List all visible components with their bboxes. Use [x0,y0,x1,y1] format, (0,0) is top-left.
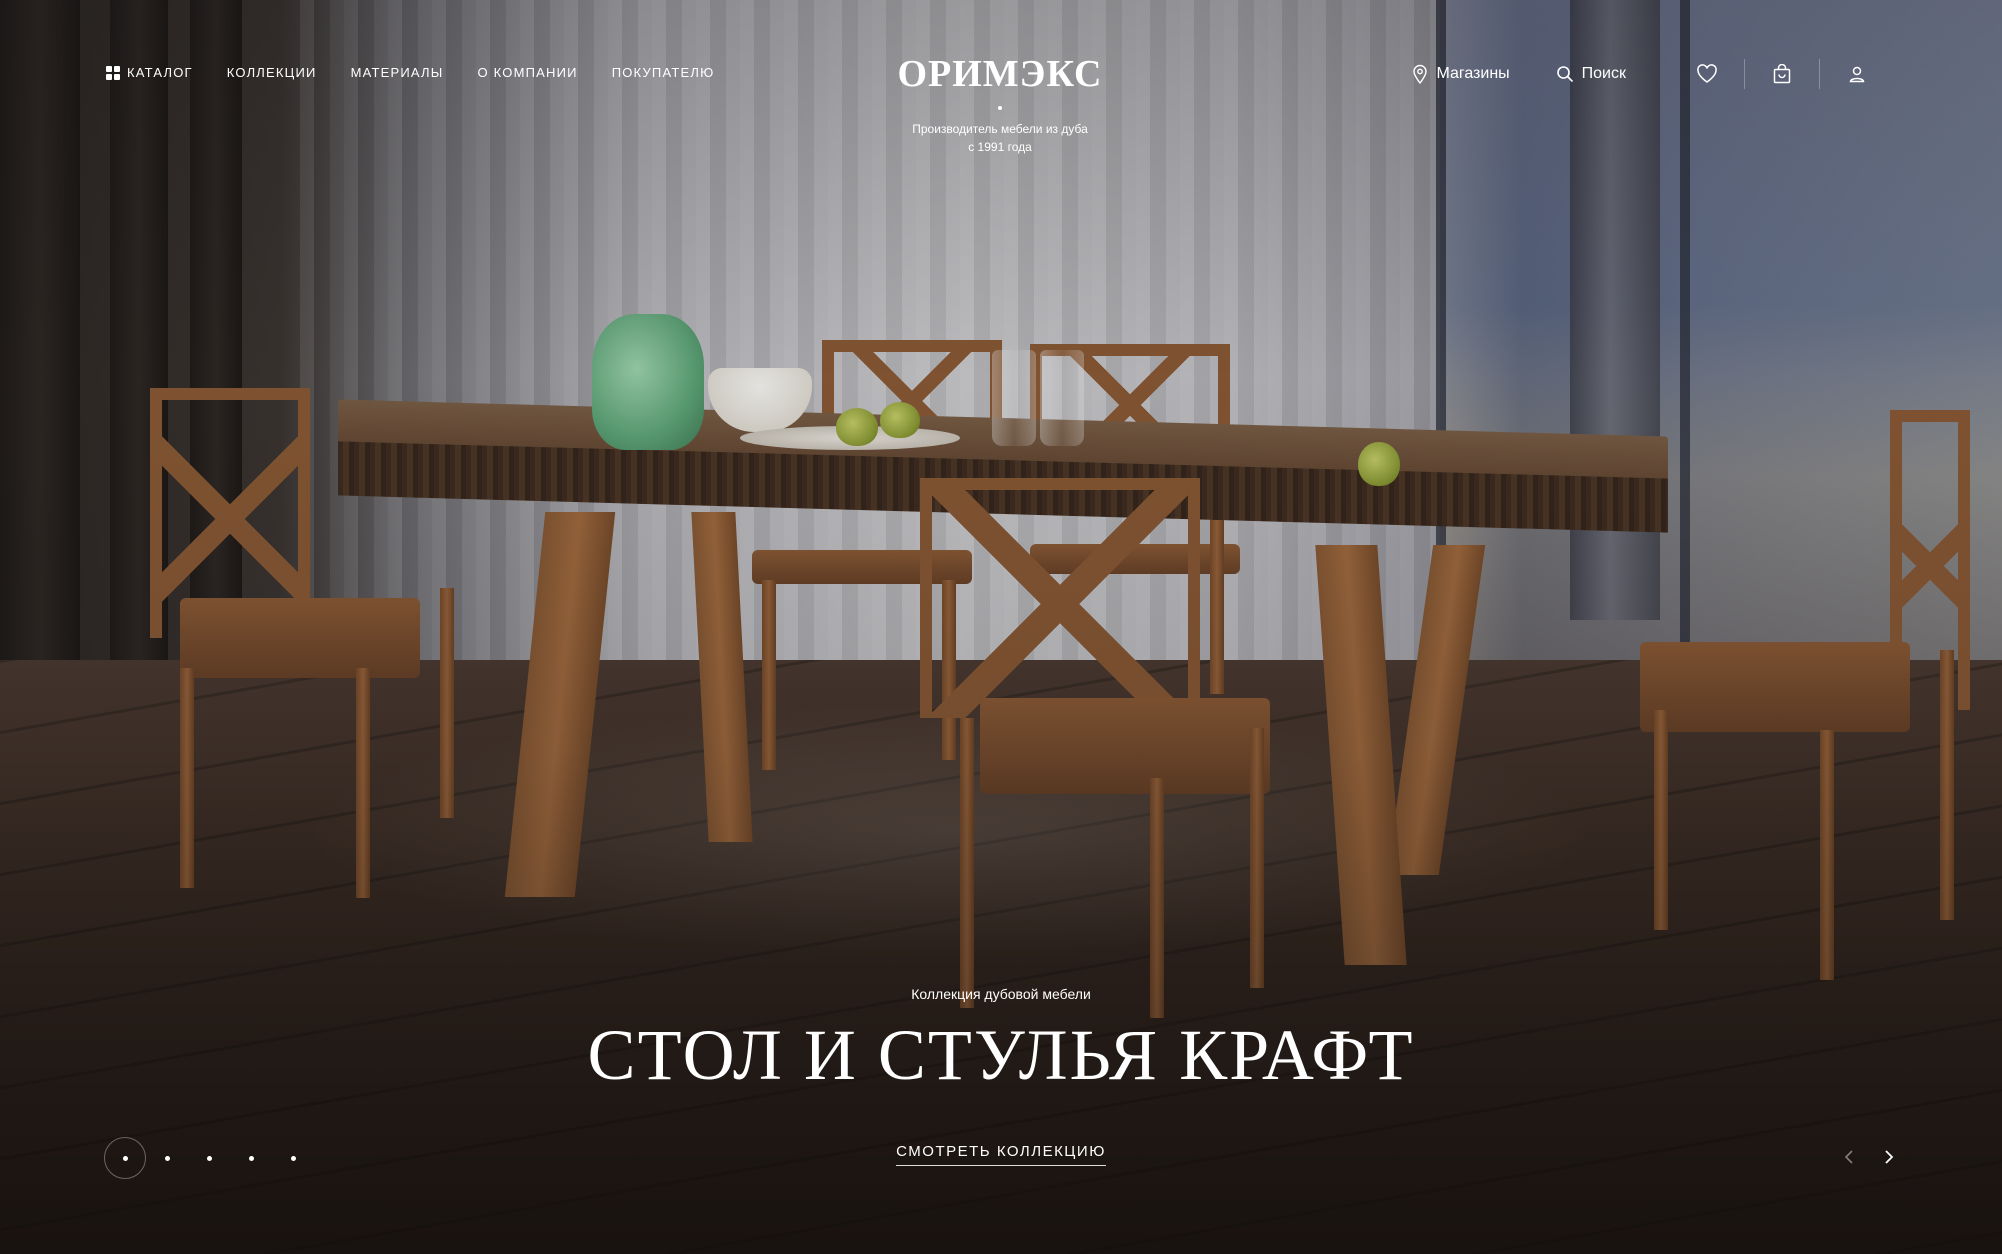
nav-collections-label: КОЛЛЕКЦИИ [226,65,317,80]
tagline-line-1: Производитель мебели из дуба [912,122,1088,136]
grid-icon [106,65,120,80]
main-nav: КАТАЛОГ КОЛЛЕКЦИИ МАТЕРИАЛЫ О КОМПАНИИ П… [106,65,714,80]
search-icon [1556,66,1573,83]
slider-dot-1[interactable] [104,1137,146,1179]
nav-customers-label: ПОКУПАТЕЛЮ [611,65,715,80]
search-link[interactable]: Поиск [1556,65,1626,83]
tagline-line-2: с 1991 года [968,140,1032,154]
nav-about-label: О КОМПАНИИ [477,65,578,80]
favorites-button[interactable] [1670,56,1744,92]
search-label: Поиск [1581,65,1626,82]
utility-nav: Магазины Поиск [1412,56,1894,92]
nav-collections[interactable]: КОЛЛЕКЦИИ [227,65,317,80]
user-icon [1849,66,1865,83]
slider-prev-button[interactable] [1840,1142,1858,1172]
nav-materials[interactable]: МАТЕРИАЛЫ [351,65,444,80]
nav-customers[interactable]: ПОКУПАТЕЛЮ [612,65,715,80]
hero-title: СТОЛ И СТУЛЬЯ КРАФТ [587,1015,1415,1095]
chevron-left-icon [1844,1150,1853,1164]
nav-materials-label: МАТЕРИАЛЫ [350,65,444,80]
hero-eyebrow: Коллекция дубовой мебели [911,986,1091,1002]
logo[interactable]: ОРИМЭКС [880,52,1120,96]
shopping-bag-icon [1773,64,1791,84]
map-pin-icon [1413,64,1428,84]
brand-block: ОРИМЭКС Производитель мебели из дуба с 1… [880,52,1120,156]
cart-button[interactable] [1745,56,1819,92]
heart-icon [1697,64,1717,83]
slider-arrows [1840,1142,1898,1172]
slider-dot-4[interactable] [230,1137,272,1179]
nav-catalog-label: КАТАЛОГ [127,65,193,80]
nav-about[interactable]: О КОМПАНИИ [478,65,578,80]
slider-pagination [104,1137,314,1179]
nav-catalog[interactable]: КАТАЛОГ [106,65,193,80]
slider-dot-2[interactable] [146,1137,188,1179]
slider-next-button[interactable] [1880,1142,1898,1172]
slider-dot-3[interactable] [188,1137,230,1179]
stores-link[interactable]: Магазины [1412,64,1510,84]
stores-label: Магазины [1436,65,1510,82]
account-button[interactable] [1820,56,1894,92]
view-collection-link[interactable]: СМОТРЕТЬ КОЛЛЕКЦИЮ [896,1143,1106,1166]
logo-dot [998,106,1002,110]
tagline: Производитель мебели из дуба с 1991 года [880,120,1120,156]
slider-dot-5[interactable] [272,1137,314,1179]
chevron-right-icon [1885,1150,1894,1164]
